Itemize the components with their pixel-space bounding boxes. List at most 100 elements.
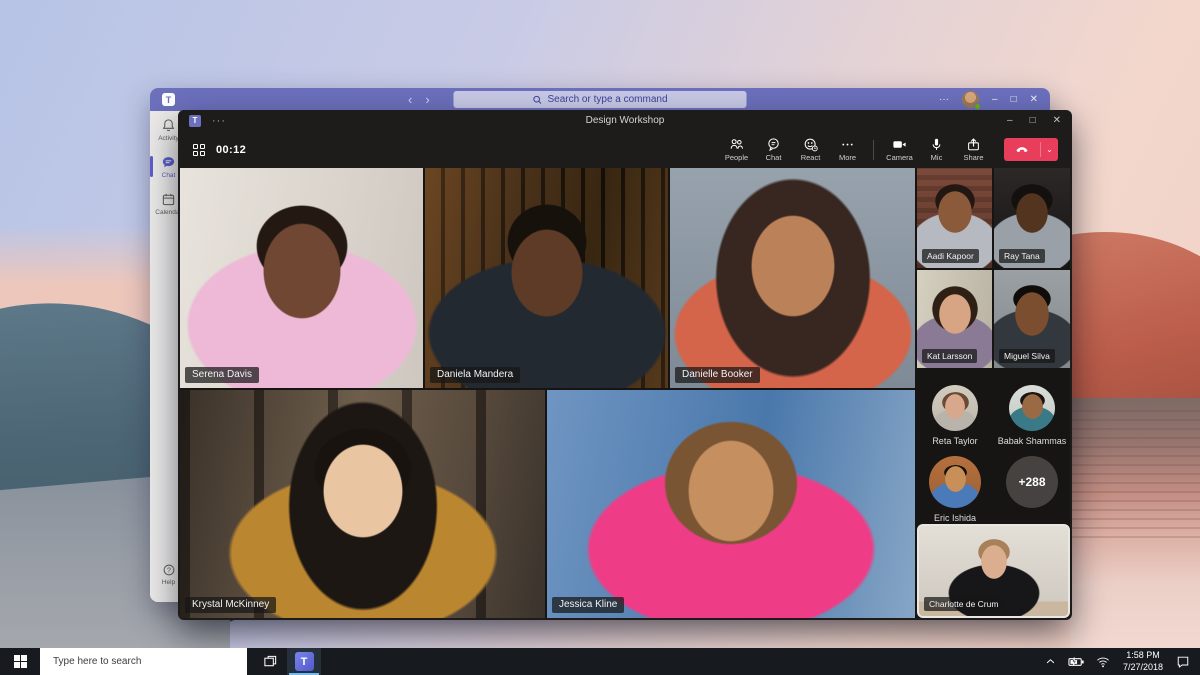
- task-view-icon: [263, 654, 278, 669]
- button-label: More: [839, 153, 856, 162]
- pinned-video-tile[interactable]: Charlotte de Crum: [917, 524, 1070, 618]
- close-button[interactable]: ✕: [1030, 94, 1038, 105]
- nav-forward-button[interactable]: ›: [425, 88, 429, 111]
- video-tile[interactable]: Krystal McKinney: [180, 390, 545, 618]
- meeting-title: Design Workshop: [586, 115, 665, 126]
- video-tile[interactable]: Danielle Booker: [670, 168, 915, 388]
- participant-name-label: Ray Tana: [999, 249, 1045, 263]
- tray-chevron-button[interactable]: [1040, 656, 1062, 667]
- teams-app-icon: T: [295, 652, 314, 671]
- mic-button[interactable]: Mic: [918, 137, 955, 162]
- teams-logo-icon: T: [189, 115, 201, 127]
- share-button[interactable]: Share: [955, 137, 992, 162]
- more-button[interactable]: More: [829, 137, 866, 162]
- button-label: People: [725, 153, 748, 162]
- participant-name-label: Aadi Kapoor: [922, 249, 979, 263]
- teams-logo-icon: T: [162, 93, 175, 106]
- react-button[interactable]: React: [792, 137, 829, 162]
- participant-name-label: Miguel Silva: [999, 349, 1055, 363]
- calendar-icon: [161, 192, 176, 207]
- video-tile[interactable]: Ray Tana: [994, 168, 1070, 268]
- participant-name-label: Serena Davis: [185, 367, 259, 383]
- meeting-timer: 00:12: [216, 144, 246, 156]
- participant-name-label: Daniela Mandera: [430, 367, 520, 383]
- meeting-toolbar: 00:12 People Chat React More: [178, 131, 1072, 168]
- hangup-phone-icon: [1015, 143, 1029, 157]
- video-tile[interactable]: Jessica Kline: [547, 390, 915, 618]
- participant-avatar[interactable]: [1009, 385, 1055, 431]
- video-tile[interactable]: Serena Davis: [180, 168, 423, 388]
- windows-logo-icon: [14, 655, 27, 668]
- clock-date: 7/27/2018: [1123, 662, 1163, 673]
- maximize-button[interactable]: □: [1030, 115, 1036, 126]
- tray-network[interactable]: [1092, 656, 1114, 668]
- start-button[interactable]: [0, 648, 40, 675]
- wallpaper-water-reflection: [1070, 410, 1200, 540]
- share-icon: [966, 137, 981, 152]
- windows-taskbar: Type here to search T 1:58 PM 7/27/2018: [0, 648, 1200, 675]
- participant-name-label: Reta Taylor: [917, 436, 993, 446]
- participant-name-label: Krystal McKinney: [185, 597, 276, 613]
- camera-icon: [892, 137, 907, 152]
- video-tile[interactable]: Daniela Mandera: [425, 168, 668, 388]
- bell-icon: [161, 118, 176, 133]
- help-icon: ?: [162, 563, 176, 577]
- desktop: T ‹ › Search or type a command ··· – □ ✕…: [0, 0, 1200, 675]
- people-button[interactable]: People: [718, 137, 755, 162]
- button-label: Share: [963, 153, 983, 162]
- taskbar-search-input[interactable]: Type here to search: [40, 648, 247, 675]
- participant-name-label: Kat Larsson: [922, 349, 977, 363]
- minimize-button[interactable]: –: [992, 94, 998, 105]
- hangup-button[interactable]: ⌄: [1004, 138, 1058, 161]
- close-button[interactable]: ✕: [1053, 115, 1061, 126]
- video-tile[interactable]: Aadi Kapoor: [917, 168, 992, 268]
- sidebar-item-label: Chat: [162, 172, 176, 179]
- taskbar-teams-app[interactable]: T: [287, 648, 321, 675]
- button-label: Chat: [766, 153, 782, 162]
- taskbar-search-placeholder: Type here to search: [53, 656, 141, 667]
- participant-name-label: Jessica Kline: [552, 597, 624, 613]
- minimize-button[interactable]: –: [1007, 115, 1013, 126]
- search-icon: [532, 95, 542, 105]
- gallery-layout-icon[interactable]: [193, 144, 205, 156]
- more-ellipsis-icon: [840, 137, 855, 152]
- action-center-button[interactable]: [1172, 655, 1194, 668]
- hangup-chevron-icon[interactable]: ⌄: [1041, 138, 1058, 161]
- svg-text:?: ?: [167, 567, 171, 574]
- button-label: React: [801, 153, 821, 162]
- chat-button[interactable]: Chat: [755, 137, 792, 162]
- tray-battery[interactable]: [1066, 656, 1088, 668]
- meeting-window: T ··· Design Workshop – □ ✕ 00:12 People…: [178, 110, 1072, 620]
- video-tile[interactable]: Miguel Silva: [994, 270, 1070, 368]
- wifi-icon: [1096, 656, 1110, 668]
- overflow-participants-badge[interactable]: +288: [1006, 456, 1058, 508]
- sidebar-item-label: Help: [162, 579, 175, 586]
- video-stage: Serena Davis Daniela Mandera Danielle Bo…: [180, 168, 1070, 618]
- chat-bubble-icon: [161, 155, 176, 170]
- video-tile[interactable]: Kat Larsson: [917, 270, 992, 368]
- participant-avatar[interactable]: [932, 385, 978, 431]
- button-label: Camera: [886, 153, 913, 162]
- maximize-button[interactable]: □: [1011, 94, 1017, 105]
- meeting-titlebar: T ··· Design Workshop – □ ✕: [178, 110, 1072, 131]
- profile-more-button[interactable]: ···: [939, 94, 949, 105]
- mic-icon: [929, 137, 944, 152]
- chevron-up-icon: [1045, 656, 1056, 667]
- teams-titlebar: T ‹ › Search or type a command ··· – □ ✕: [150, 88, 1050, 111]
- chat-icon: [766, 137, 781, 152]
- emoji-icon: [803, 137, 818, 152]
- meeting-more-button[interactable]: ···: [212, 115, 226, 127]
- participant-name-label: Charlotte de Crum: [924, 597, 1003, 611]
- participant-name-label: Eric Ishida: [917, 513, 993, 523]
- sidebar-item-label: Activity: [158, 135, 179, 142]
- participant-avatar[interactable]: [929, 456, 981, 508]
- participant-name-label: Danielle Booker: [675, 367, 760, 383]
- tray-clock[interactable]: 1:58 PM 7/27/2018: [1118, 650, 1168, 673]
- task-view-button[interactable]: [253, 648, 287, 675]
- command-search-input[interactable]: Search or type a command: [454, 91, 747, 108]
- clock-time: 1:58 PM: [1123, 650, 1163, 661]
- user-avatar[interactable]: [962, 91, 979, 108]
- nav-back-button[interactable]: ‹: [408, 88, 412, 111]
- search-placeholder: Search or type a command: [547, 94, 667, 105]
- camera-button[interactable]: Camera: [881, 137, 918, 162]
